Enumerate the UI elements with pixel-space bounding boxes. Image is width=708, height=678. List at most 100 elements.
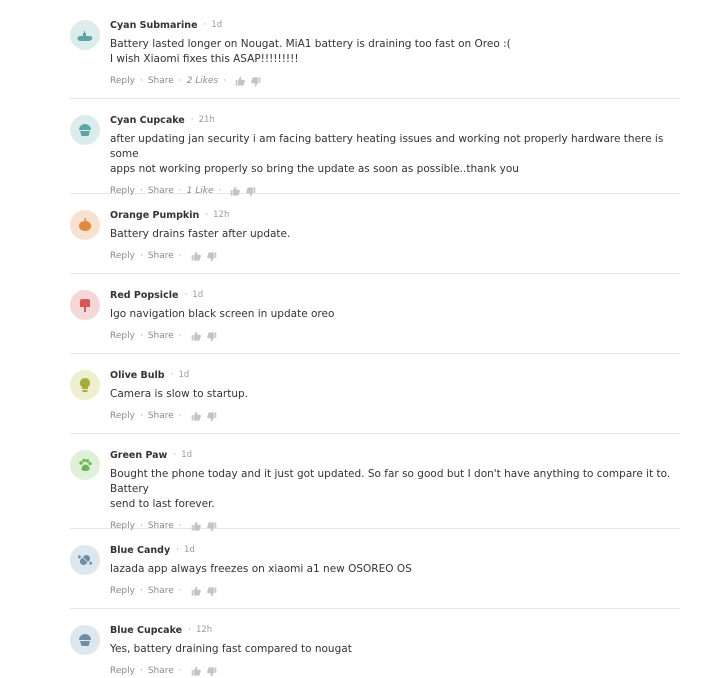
author-name[interactable]: Blue Cupcake	[110, 625, 182, 636]
comment-actions: Reply · Share ·	[110, 409, 680, 423]
avatar[interactable]	[70, 450, 100, 480]
avatar[interactable]	[70, 625, 100, 655]
author-name[interactable]: Blue Candy	[110, 545, 170, 556]
share-button[interactable]: Share	[148, 666, 174, 676]
thumbs-down-icon[interactable]	[250, 76, 261, 87]
avatar[interactable]	[70, 290, 100, 320]
reply-button[interactable]: Reply	[110, 521, 135, 531]
separator-dot: ·	[178, 411, 182, 421]
thumbs-up-icon[interactable]	[235, 76, 246, 87]
avatar[interactable]	[70, 210, 100, 240]
author-name[interactable]: Red Popsicle	[110, 290, 178, 301]
comment-text-line: Igo navigation black screen in update or…	[110, 308, 335, 320]
comment-body: Blue Candy · 1d lazada app always freezes o…	[110, 543, 680, 598]
avatar[interactable]	[70, 545, 100, 575]
thumbs-down-icon[interactable]	[206, 521, 217, 532]
author-name[interactable]: Cyan Submarine	[110, 20, 198, 31]
timestamp[interactable]: 12h	[196, 625, 212, 635]
comment-text: lazada app always freezes on xiaomi a1 n…	[110, 562, 680, 577]
separator-dot: ·	[178, 186, 182, 196]
comment-text: Camera is slow to startup.	[110, 387, 680, 402]
timestamp[interactable]: 1d	[178, 370, 189, 380]
author-name[interactable]: Cyan Cupcake	[110, 115, 185, 126]
share-button[interactable]: Share	[148, 586, 174, 596]
reply-button[interactable]: Reply	[110, 331, 135, 341]
comment-meta: Blue Cupcake · 12h	[110, 623, 680, 637]
comment-body: Cyan Cupcake · 21h after updating jan secur…	[110, 113, 680, 198]
avatar[interactable]	[70, 370, 100, 400]
thumbs-up-icon[interactable]	[230, 186, 241, 197]
comment-text-line: Battery lasted longer on Nougat. MiA1 ba…	[110, 38, 511, 50]
share-button[interactable]: Share	[148, 521, 174, 531]
separator-dot: ·	[203, 20, 207, 30]
thumbs-down-icon[interactable]	[206, 411, 217, 422]
comment-text: Battery drains faster after update.	[110, 227, 680, 242]
separator-dot: ·	[190, 115, 194, 125]
thumbs-up-icon[interactable]	[191, 251, 202, 262]
thumbs-up-icon[interactable]	[191, 521, 202, 532]
comment-body: Red Popsicle · 1d Igo navigation black scre…	[110, 288, 680, 343]
cupcake-icon	[79, 634, 91, 646]
comment-text-line: send to last forever.	[110, 498, 215, 510]
author-name[interactable]: Olive Bulb	[110, 370, 165, 381]
separator-dot: ·	[218, 186, 222, 196]
comment-meta: Orange Pumpkin · 12h	[110, 208, 680, 222]
comment-actions: Reply · Share ·	[110, 584, 680, 598]
submarine-icon	[77, 31, 92, 41]
comment-divider	[70, 273, 680, 274]
share-button[interactable]: Share	[148, 251, 174, 261]
separator-dot: ·	[178, 586, 182, 596]
comment-body: Cyan Submarine · 1d Battery lasted longer o…	[110, 18, 680, 88]
comment-text-line: Yes, battery draining fast compared to n…	[110, 643, 352, 655]
timestamp[interactable]: 1d	[192, 290, 203, 300]
comment-divider	[70, 433, 680, 434]
comment-text-line: I wish Xiaomi fixes this ASAP!!!!!!!!!	[110, 53, 299, 65]
comment-text: Bought the phone today and it just got u…	[110, 467, 680, 512]
thumbs-down-icon[interactable]	[206, 666, 217, 677]
timestamp[interactable]: 21h	[199, 115, 215, 125]
thumbs-up-icon[interactable]	[191, 666, 202, 677]
timestamp[interactable]: 12h	[213, 210, 229, 220]
comment-divider	[70, 353, 680, 354]
likes-count[interactable]: 1 Like	[187, 186, 214, 196]
timestamp[interactable]: 1d	[181, 450, 192, 460]
separator-dot: ·	[139, 251, 143, 261]
comment-body: Blue Cupcake · 12h Yes, battery draining fa…	[110, 623, 680, 678]
share-button[interactable]: Share	[148, 331, 174, 341]
timestamp[interactable]: 1d	[211, 20, 222, 30]
thumbs-up-icon[interactable]	[191, 331, 202, 342]
thumbs-up-icon[interactable]	[191, 586, 202, 597]
thumbs-down-icon[interactable]	[206, 251, 217, 262]
avatar[interactable]	[70, 115, 100, 145]
separator-dot: ·	[139, 411, 143, 421]
thumbs-down-icon[interactable]	[206, 586, 217, 597]
separator-dot: ·	[178, 76, 182, 86]
comment-text-line: Battery drains faster after update.	[110, 228, 291, 240]
thumbs-down-icon[interactable]	[206, 331, 217, 342]
reply-button[interactable]: Reply	[110, 666, 135, 676]
separator-dot: ·	[139, 586, 143, 596]
separator-dot: ·	[139, 331, 143, 341]
share-button[interactable]: Share	[148, 76, 174, 86]
separator-dot: ·	[139, 76, 143, 86]
reply-button[interactable]: Reply	[110, 586, 135, 596]
timestamp[interactable]: 1d	[184, 545, 195, 555]
comment-text-line: lazada app always freezes on xiaomi a1 n…	[110, 563, 412, 575]
share-button[interactable]: Share	[148, 411, 174, 421]
comment-meta: Green Paw · 1d	[110, 448, 680, 462]
author-name[interactable]: Green Paw	[110, 450, 167, 461]
avatar[interactable]	[70, 20, 100, 50]
reply-button[interactable]: Reply	[110, 186, 135, 196]
thumbs-down-icon[interactable]	[245, 186, 256, 197]
thumbs-up-icon[interactable]	[191, 411, 202, 422]
share-button[interactable]: Share	[148, 186, 174, 196]
reply-button[interactable]: Reply	[110, 411, 135, 421]
author-name[interactable]: Orange Pumpkin	[110, 210, 199, 221]
comment-divider	[70, 98, 680, 99]
comment-text: Igo navigation black screen in update or…	[110, 307, 680, 322]
reply-button[interactable]: Reply	[110, 76, 135, 86]
comment-text-line: Bought the phone today and it just got u…	[110, 468, 671, 495]
reply-button[interactable]: Reply	[110, 251, 135, 261]
likes-count[interactable]: 2 Likes	[187, 76, 219, 86]
separator-dot: ·	[178, 666, 182, 676]
